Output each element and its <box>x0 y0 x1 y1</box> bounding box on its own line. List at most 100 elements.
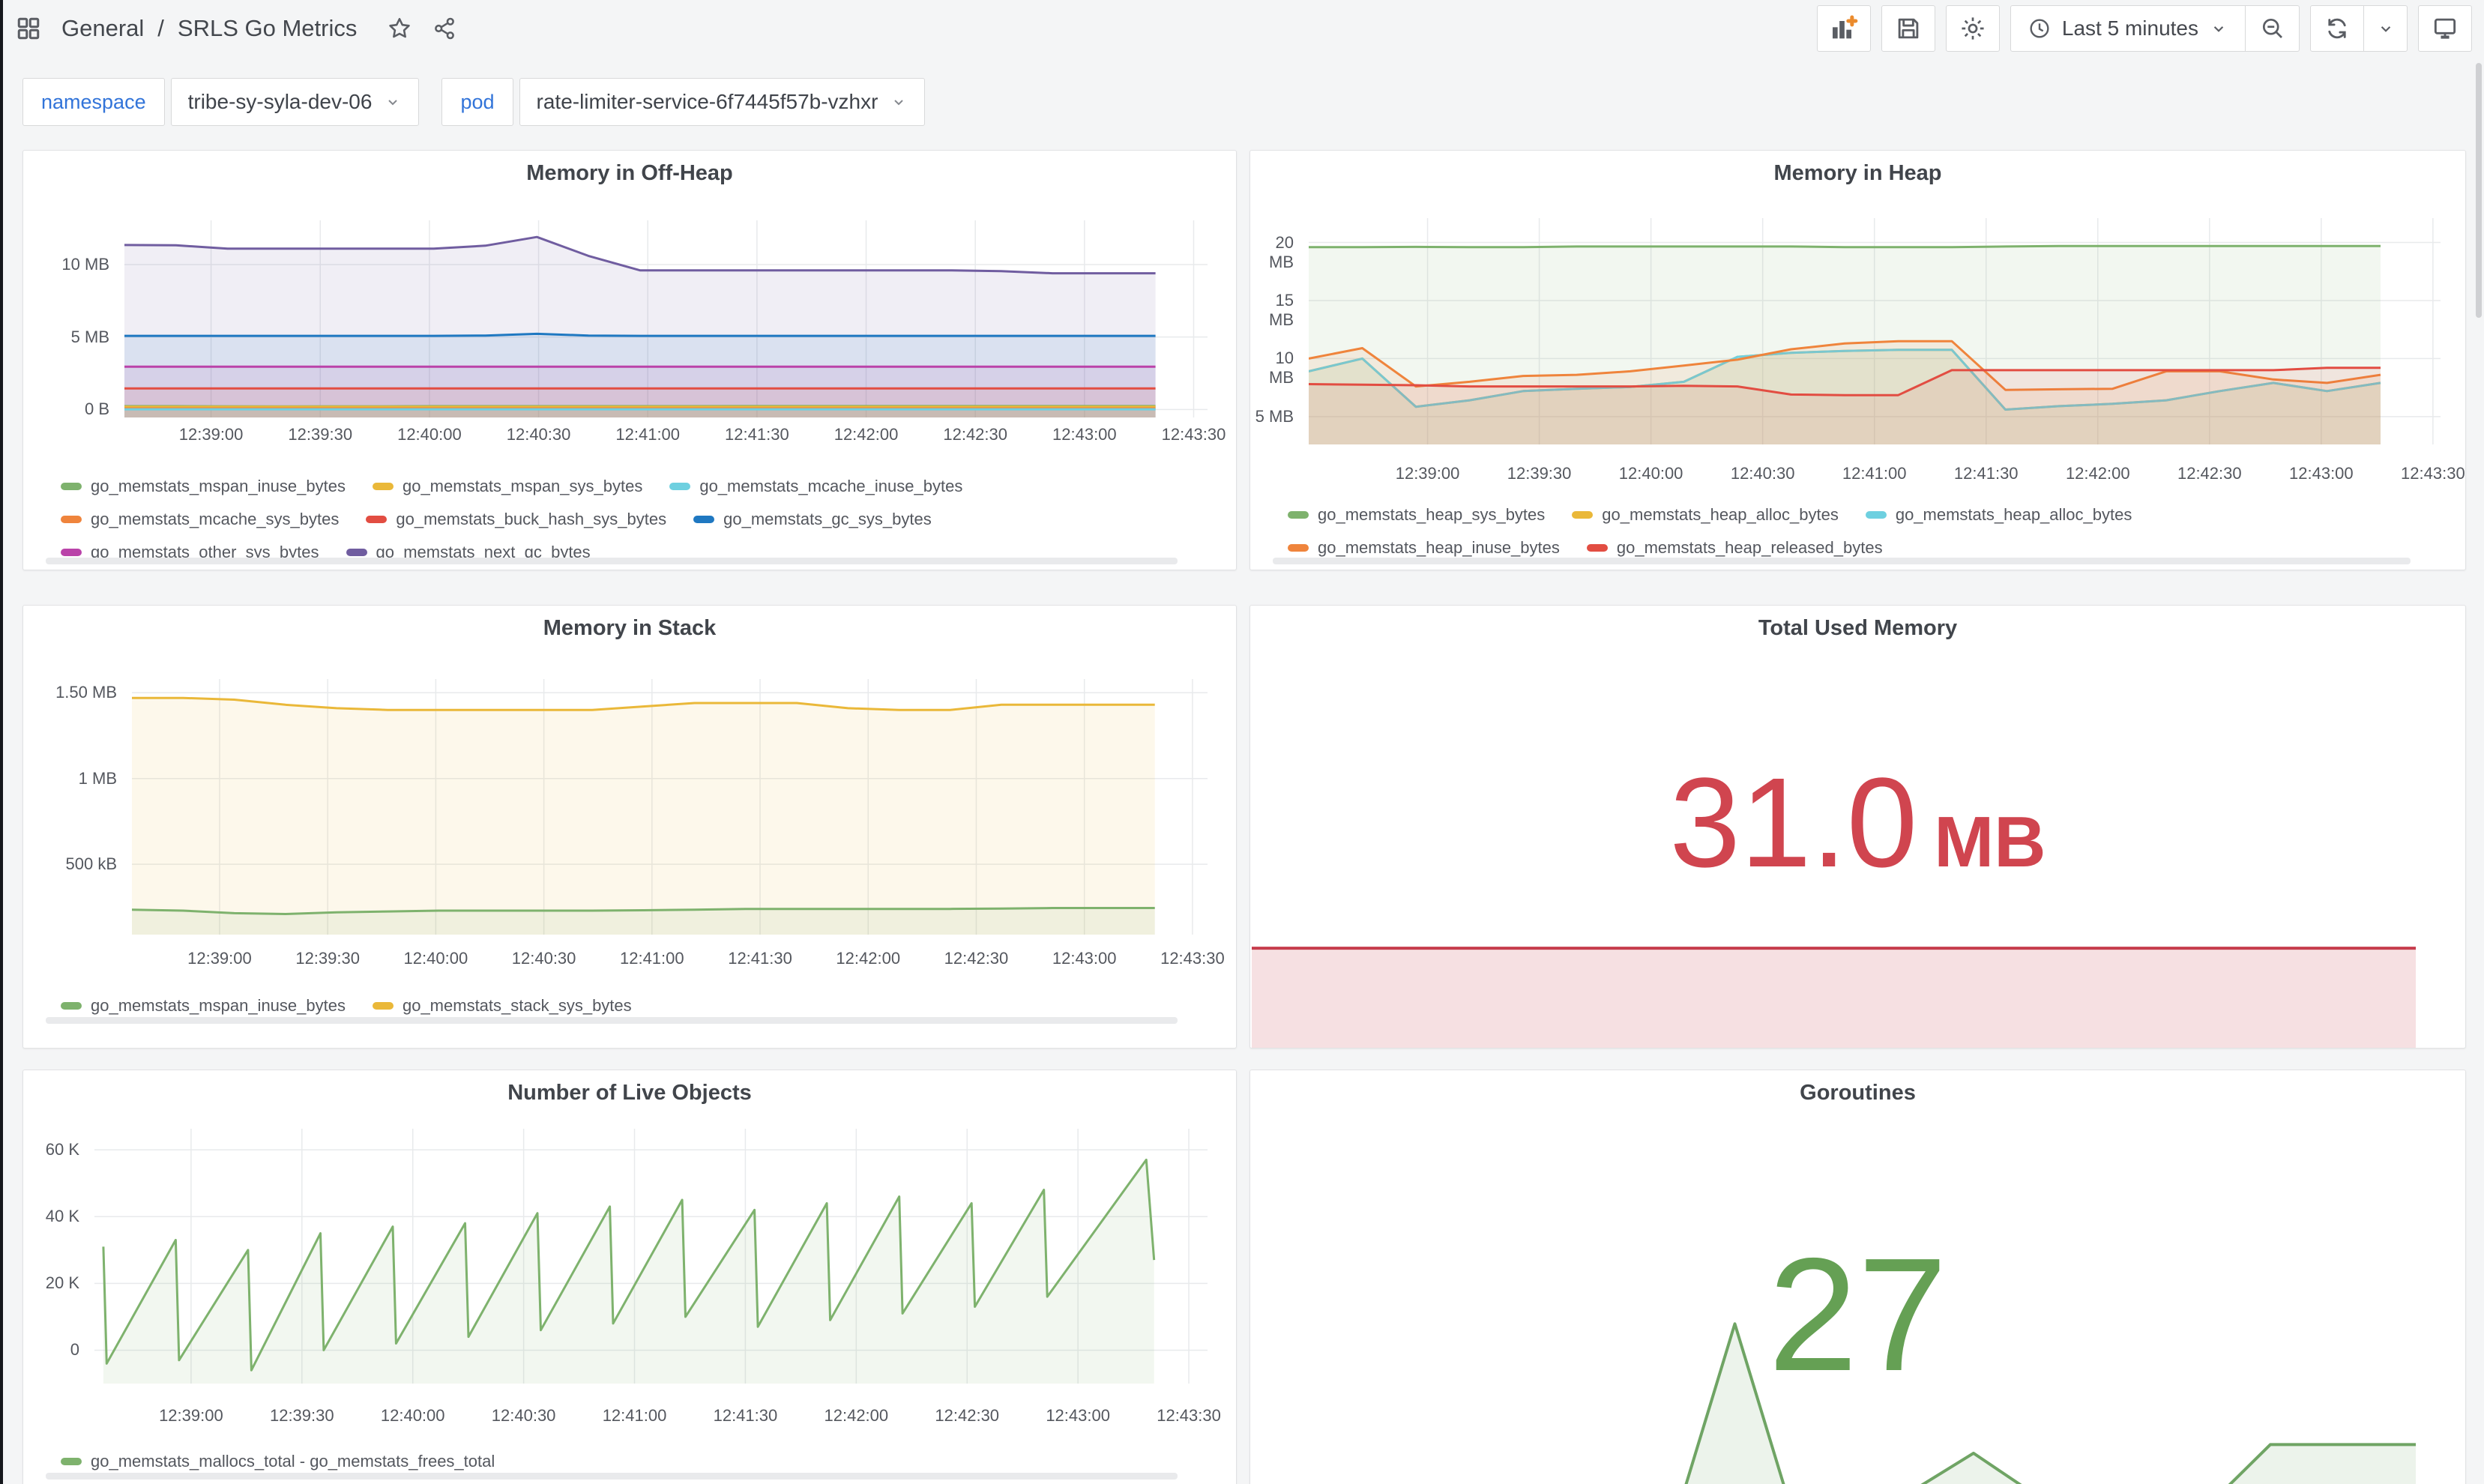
x-axis-tick-label: 12:43:30 <box>1129 1406 1237 1426</box>
legend-scrollbar[interactable] <box>1273 558 2411 564</box>
panel-memory-in-off-heap: Memory in Off-Heap10 MB5 MB0 B12:39:0012… <box>22 150 1237 570</box>
dashboard-settings-button[interactable] <box>1946 5 2000 52</box>
refresh-interval-button[interactable] <box>2364 5 2408 52</box>
legend-label: go_memstats_heap_released_bytes <box>1617 538 1883 558</box>
chart-plot-area[interactable] <box>124 220 1208 417</box>
time-range-picker[interactable]: Last 5 minutes <box>2010 5 2246 52</box>
x-axis-tick-label: 12:42:30 <box>915 425 1035 444</box>
stat-sparkline <box>1252 1295 2416 1484</box>
x-axis-tick-label: 12:43:00 <box>1025 425 1145 444</box>
variable-value-dropdown[interactable]: tribe-sy-syla-dev-06 <box>171 78 420 126</box>
chevron-down-icon <box>2209 19 2228 38</box>
variables-row: namespacetribe-sy-syla-dev-06podrate-lim… <box>22 78 925 126</box>
panel-title[interactable]: Memory in Heap <box>1250 161 2465 186</box>
refresh-controls <box>2310 5 2408 52</box>
breadcrumb: General / SRLS Go Metrics <box>15 15 457 42</box>
chart-plot-area[interactable] <box>1309 218 2441 444</box>
legend-item[interactable]: go_memstats_mspan_inuse_bytes <box>61 996 346 1016</box>
legend-label: go_memstats_gc_sys_bytes <box>723 510 932 529</box>
zoom-out-button[interactable] <box>2246 5 2300 52</box>
legend-label: go_memstats_heap_inuse_bytes <box>1318 538 1560 558</box>
legend-item[interactable]: go_memstats_heap_alloc_bytes <box>1572 505 1839 525</box>
chart-plot-area[interactable] <box>94 1129 1208 1384</box>
legend-swatch <box>61 549 82 556</box>
gear-icon <box>1959 14 1987 43</box>
legend-item[interactable]: go_memstats_heap_inuse_bytes <box>1288 538 1560 558</box>
legend-item[interactable]: go_memstats_mspan_sys_bytes <box>373 477 642 496</box>
legend-swatch <box>366 516 387 523</box>
dashboards-grid-icon[interactable] <box>15 15 42 42</box>
chevron-down-icon <box>384 93 402 111</box>
share-icon[interactable] <box>432 16 457 41</box>
legend-swatch <box>61 516 82 523</box>
panel-title[interactable]: Number of Live Objects <box>23 1081 1236 1106</box>
x-axis-tick-label: 12:39:30 <box>268 949 388 968</box>
legend-scrollbar[interactable] <box>46 558 1178 564</box>
legend-item[interactable]: go_memstats_buck_hash_sys_bytes <box>366 510 666 529</box>
chart-plot-area[interactable] <box>132 679 1208 935</box>
x-axis-tick-label: 12:42:00 <box>2038 464 2158 483</box>
x-axis-tick-label: 12:40:30 <box>464 1406 584 1426</box>
legend-item[interactable]: go_memstats_stack_sys_bytes <box>373 996 632 1016</box>
legend-label: go_memstats_mcache_sys_bytes <box>91 510 339 529</box>
y-axis-tick-label: 20 K <box>23 1273 79 1293</box>
variable-label: namespace <box>22 78 165 126</box>
legend-item[interactable]: go_memstats_mallocs_total - go_memstats_… <box>61 1452 495 1471</box>
save-dashboard-button[interactable] <box>1881 5 1935 52</box>
legend-swatch <box>1288 511 1309 519</box>
side-menu-edge <box>0 0 3 1484</box>
panel-title[interactable]: Total Used Memory <box>1250 616 2465 641</box>
legend-scrollbar[interactable] <box>46 1473 1178 1480</box>
x-axis-tick-label: 12:42:30 <box>2150 464 2270 483</box>
legend-item[interactable]: go_memstats_mcache_sys_bytes <box>61 510 339 529</box>
panel-title[interactable]: Goroutines <box>1250 1081 2465 1106</box>
page-scrollbar[interactable] <box>2476 63 2482 318</box>
x-axis-tick-label: 12:43:00 <box>1025 949 1145 968</box>
time-range-label: Last 5 minutes <box>2062 16 2198 40</box>
chevron-down-icon <box>890 93 908 111</box>
x-axis-tick-label: 12:43:00 <box>1018 1406 1138 1426</box>
star-icon[interactable] <box>387 16 412 41</box>
x-axis-tick-label: 12:42:30 <box>916 949 1036 968</box>
legend-label: go_memstats_heap_alloc_bytes <box>1602 505 1839 525</box>
legend-item[interactable]: go_memstats_mspan_inuse_bytes <box>61 477 346 496</box>
breadcrumb-dashboard-title[interactable]: SRLS Go Metrics <box>178 15 357 42</box>
legend-swatch <box>1587 544 1608 552</box>
x-axis-tick-label: 12:41:00 <box>1815 464 1935 483</box>
legend-swatch <box>346 549 367 556</box>
legend-item[interactable]: go_memstats_heap_sys_bytes <box>1288 505 1545 525</box>
legend-item[interactable]: go_memstats_gc_sys_bytes <box>693 510 932 529</box>
legend-scrollbar[interactable] <box>46 1017 1178 1024</box>
variable-value: tribe-sy-syla-dev-06 <box>188 90 373 114</box>
y-axis-tick-label: 5 MB <box>1250 407 1294 426</box>
legend-swatch <box>61 1458 82 1465</box>
legend-item[interactable]: go_memstats_mcache_inuse_bytes <box>669 477 962 496</box>
y-axis-tick-label: 10 MB <box>1250 349 1294 387</box>
plus-icon <box>1848 17 1856 25</box>
legend-item[interactable]: go_memstats_heap_alloc_bytes <box>1866 505 2132 525</box>
legend-swatch <box>1572 511 1593 519</box>
panel-title[interactable]: Memory in Off-Heap <box>23 161 1236 186</box>
panel-memory-in-heap: Memory in Heap20 MB15 MB10 MB5 MB12:39:0… <box>1249 150 2466 570</box>
variable-value-dropdown[interactable]: rate-limiter-service-6f7445f57b-vzhxr <box>519 78 926 126</box>
panel-goroutines: Goroutines27 <box>1249 1070 2466 1484</box>
breadcrumb-separator: / <box>157 15 164 42</box>
monitor-icon <box>2431 14 2459 43</box>
x-axis-tick-label: 12:41:30 <box>697 425 817 444</box>
y-axis-tick-label: 500 kB <box>23 854 117 874</box>
legend-item[interactable]: go_memstats_heap_released_bytes <box>1587 538 1883 558</box>
panel-title[interactable]: Memory in Stack <box>23 616 1236 641</box>
legend-label: go_memstats_mspan_inuse_bytes <box>91 996 346 1016</box>
refresh-button[interactable] <box>2310 5 2364 52</box>
legend-label: go_memstats_mcache_inuse_bytes <box>699 477 962 496</box>
panel-memory-in-stack: Memory in Stack1.50 MB1 MB500 kB12:39:00… <box>22 605 1237 1049</box>
x-axis-tick-label: 12:42:30 <box>907 1406 1027 1426</box>
stat-value-unit: MB <box>1934 806 2046 878</box>
stat-value: 31.0MB <box>1250 759 2465 932</box>
legend-label: go_memstats_mspan_sys_bytes <box>403 477 642 496</box>
legend-swatch <box>669 483 690 490</box>
x-axis-tick-label: 12:40:30 <box>479 425 599 444</box>
add-panel-button[interactable] <box>1817 5 1871 52</box>
cycle-view-mode-button[interactable] <box>2418 5 2472 52</box>
breadcrumb-folder[interactable]: General <box>61 15 144 42</box>
